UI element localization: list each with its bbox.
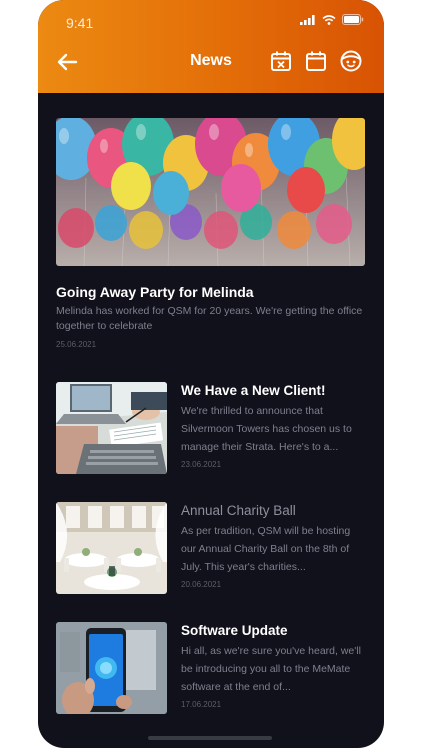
- featured-date: 25.06.2021: [56, 340, 97, 349]
- home-indicator[interactable]: [148, 736, 272, 740]
- news-item-body: We Have a New Client! We're thrilled to …: [181, 382, 365, 469]
- news-item-summary: Hi all, as we're sure you've heard, we'l…: [181, 645, 361, 693]
- banquet-hall-image: [56, 502, 167, 594]
- news-item-title: Software Update: [181, 623, 288, 638]
- wifi-icon: [322, 14, 336, 25]
- news-item-body: Annual Charity Ball As per tradition, QS…: [181, 502, 365, 589]
- smiley-face-icon[interactable]: [340, 50, 362, 72]
- featured-summary: Melinda has worked for QSM for 20 years.…: [56, 305, 363, 332]
- calendar-x-icon[interactable]: [270, 50, 292, 72]
- signal-icon: [300, 14, 315, 25]
- featured-article[interactable]: Going Away Party for Melinda Melinda has…: [56, 118, 365, 349]
- featured-title: Going Away Party for Melinda: [56, 284, 254, 300]
- news-item[interactable]: We Have a New Client! We're thrilled to …: [56, 382, 366, 474]
- news-item-date: 23.06.2021: [181, 460, 222, 469]
- phone-in-hand-image: [56, 622, 167, 714]
- news-item[interactable]: Annual Charity Ball As per tradition, QS…: [56, 502, 366, 594]
- news-item-body: Software Update Hi all, as we're sure yo…: [181, 622, 365, 709]
- balloons-image: [56, 118, 365, 266]
- calendar-icon[interactable]: [305, 50, 327, 72]
- status-time: 9:41: [66, 15, 94, 31]
- laptop-desk-image: [56, 382, 167, 474]
- news-item-title: Annual Charity Ball: [181, 503, 296, 518]
- status-icons: [300, 14, 364, 25]
- battery-icon: [342, 14, 364, 25]
- header-bar: 9:41 News: [38, 0, 384, 93]
- news-item-summary: We're thrilled to announce that Silvermo…: [181, 405, 352, 453]
- news-item-date: 17.06.2021: [181, 700, 222, 709]
- news-item[interactable]: Software Update Hi all, as we're sure yo…: [56, 622, 366, 714]
- phone-screen: 9:41 News Going Away Party for Melinda M…: [38, 0, 384, 748]
- news-item-date: 20.06.2021: [181, 580, 222, 589]
- header-actions: [270, 50, 362, 72]
- news-item-summary: As per tradition, QSM will be hosting ou…: [181, 525, 351, 573]
- news-item-title: We Have a New Client!: [181, 383, 326, 398]
